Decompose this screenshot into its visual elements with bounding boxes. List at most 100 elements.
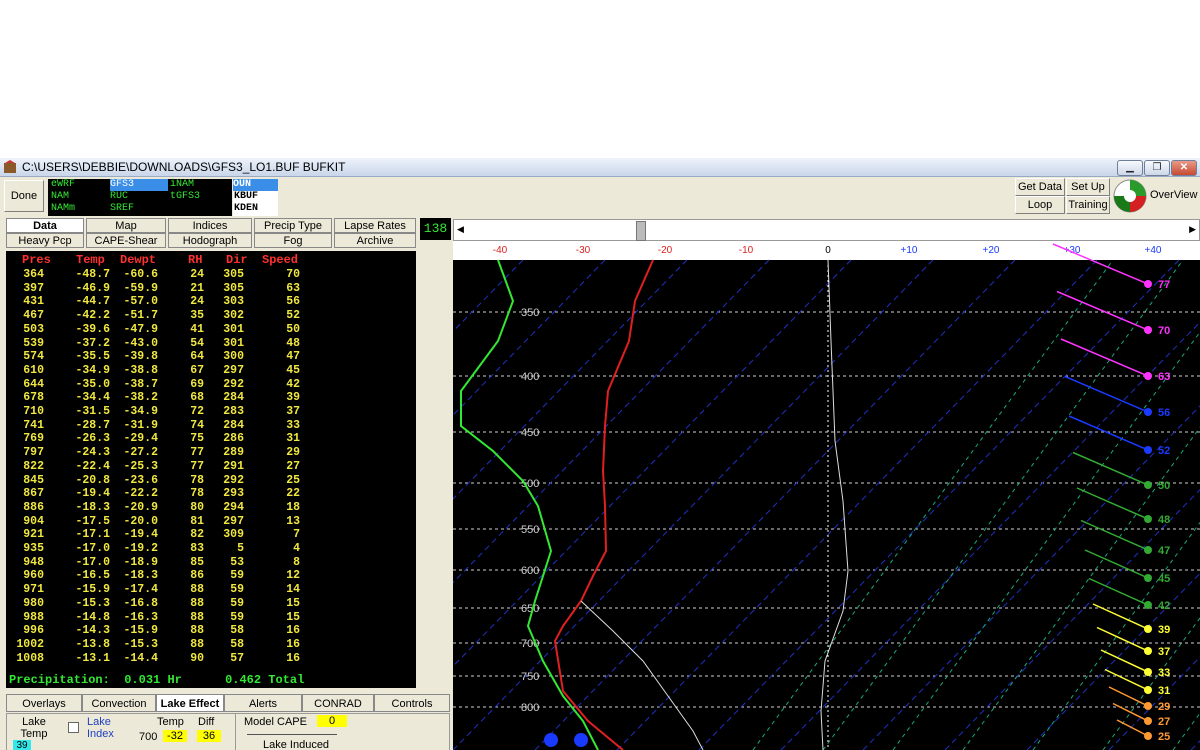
tab-hodograph[interactable]: Hodograph xyxy=(168,233,252,248)
wind-speed-label: 29 xyxy=(1158,701,1170,713)
cell-temp: -16.5 xyxy=(75,569,110,583)
wind-dot xyxy=(1144,408,1152,416)
cell-speed: 29 xyxy=(286,446,300,460)
cell-pres: 988 xyxy=(23,610,44,624)
bufkit-logo-icon[interactable] xyxy=(1112,178,1148,214)
tab-archive[interactable]: Archive xyxy=(334,233,416,248)
app-icon xyxy=(4,160,16,173)
overview-button[interactable]: OverView xyxy=(1150,189,1197,201)
cell-temp: -17.1 xyxy=(75,528,110,542)
cell-dir: 5 xyxy=(237,542,244,555)
station-oun[interactable]: OUN xyxy=(233,179,278,191)
level-value: 700 xyxy=(139,731,158,743)
cell-dewpt: -18.9 xyxy=(123,555,158,569)
cell-rh: 88 xyxy=(190,596,204,610)
tab-precip-type[interactable]: Precip Type xyxy=(254,218,332,233)
table-row: 980 -15.3 -16.8 88 59 15 xyxy=(6,597,416,611)
scroll-left-icon[interactable]: ◀ xyxy=(457,224,464,235)
model-ewrf[interactable]: eWRF xyxy=(51,179,75,191)
model-nam[interactable]: NAM xyxy=(51,191,69,203)
wind-dot xyxy=(1144,546,1152,554)
cell-speed: 14 xyxy=(286,583,300,597)
cell-pres: 1008 xyxy=(16,651,44,665)
cell-dewpt: -17.4 xyxy=(123,583,158,597)
tab-cape-shear[interactable]: CAPE-Shear xyxy=(86,233,166,248)
precip-total: 0.462 Total xyxy=(225,673,305,687)
scroll-thumb[interactable] xyxy=(636,221,646,241)
wind-speed-label: 52 xyxy=(1158,445,1170,457)
loop-button[interactable]: Loop xyxy=(1015,196,1065,214)
cell-dewpt: -43.0 xyxy=(123,336,158,350)
model-inam[interactable]: iNAM xyxy=(170,179,194,191)
cell-dir: 300 xyxy=(223,350,244,364)
tab-map[interactable]: Map xyxy=(86,218,166,233)
tab-heavy-pcp[interactable]: Heavy Pcp xyxy=(6,233,84,248)
cell-pres: 971 xyxy=(23,583,44,597)
tab-alerts[interactable]: Alerts xyxy=(224,694,302,712)
station-selector[interactable]: OUN KBUF KDEN xyxy=(233,179,278,216)
lake-temp-value[interactable]: 39 xyxy=(13,740,31,750)
station-kden[interactable]: KDEN xyxy=(234,203,258,215)
tab-lake-effect[interactable]: Lake Effect xyxy=(156,694,224,712)
cell-temp: -17.5 xyxy=(75,514,110,528)
cell-pres: 948 xyxy=(23,555,44,569)
tab-convection[interactable]: Convection xyxy=(82,694,156,712)
pressure-label: 600 xyxy=(521,565,539,577)
cell-temp: -37.2 xyxy=(75,336,110,350)
training-button[interactable]: Training xyxy=(1066,196,1110,214)
tab-data[interactable]: Data xyxy=(6,218,84,233)
tab-conrad[interactable]: CONRAD xyxy=(302,694,374,712)
wind-dot xyxy=(1144,481,1152,489)
time-scrollbar[interactable]: ◀ ▶ xyxy=(453,219,1200,241)
wind-speed-label: 25 xyxy=(1158,731,1170,743)
tab-lapse-rates[interactable]: Lapse Rates xyxy=(334,218,416,233)
model-sref[interactable]: SREF xyxy=(110,203,134,215)
cell-temp: -19.4 xyxy=(75,487,110,501)
cell-pres: 364 xyxy=(23,268,44,281)
table-row: 886 -18.3 -20.9 80 294 18 xyxy=(6,501,416,515)
model-selector[interactable]: eWRF NAM NAMm GFS3 RUC SREF iNAM tGFS3 xyxy=(48,179,232,216)
wind-dot xyxy=(1144,625,1152,633)
cell-temp: -20.8 xyxy=(75,473,110,487)
tab-fog[interactable]: Fog xyxy=(254,233,332,248)
minimize-button[interactable]: ▁ xyxy=(1117,160,1143,176)
cell-pres: 867 xyxy=(23,487,44,501)
table-row: 1002 -13.8 -15.3 88 58 16 xyxy=(6,638,416,652)
wind-dot xyxy=(1144,446,1152,454)
station-kbuf[interactable]: KBUF xyxy=(234,191,258,203)
cell-pres: 904 xyxy=(23,514,44,528)
cell-dir: 284 xyxy=(223,418,244,432)
wind-speed-label: 37 xyxy=(1158,646,1170,658)
model-ruc[interactable]: RUC xyxy=(110,191,128,203)
tab-overlays[interactable]: Overlays xyxy=(6,694,82,712)
cell-dir: 302 xyxy=(223,309,244,323)
cell-temp: -17.0 xyxy=(75,542,110,555)
get-data-button[interactable]: Get Data xyxy=(1015,178,1065,196)
wind-speed-label: 63 xyxy=(1158,371,1170,383)
done-button[interactable]: Done xyxy=(4,180,44,212)
maximize-button[interactable]: ❐ xyxy=(1144,160,1170,176)
model-tgfs3[interactable]: tGFS3 xyxy=(170,191,200,203)
scroll-right-icon[interactable]: ▶ xyxy=(1189,224,1196,235)
cell-dir: 59 xyxy=(230,583,244,597)
pressure-label: 650 xyxy=(521,603,539,615)
cell-rh: 85 xyxy=(190,555,204,569)
close-button[interactable]: ✕ xyxy=(1171,160,1197,176)
temp-axis-label: +40 xyxy=(1145,245,1162,256)
model-gfs3[interactable]: GFS3 xyxy=(110,179,168,191)
table-row: 921 -17.1 -19.4 82 309 7 xyxy=(6,528,416,542)
lake-temp-label: Lake Temp xyxy=(20,716,48,740)
cell-temp: -35.5 xyxy=(75,350,110,364)
tab-indices[interactable]: Indices xyxy=(168,218,252,233)
set-up-button[interactable]: Set Up xyxy=(1066,178,1110,196)
model-namm[interactable]: NAMm xyxy=(51,203,75,215)
skewt-svg[interactable]: -40 -30 -20 -10 0 +10 +20 +30 +40 35040045050055… xyxy=(0,241,1200,750)
skewt-plot[interactable]: -40 -30 -20 -10 0 +10 +20 +30 +40 350 400 450 500 55… xyxy=(0,241,1200,750)
tab-controls[interactable]: Controls xyxy=(374,694,450,712)
cell-dir: 292 xyxy=(223,377,244,391)
lake-index-checkbox[interactable] xyxy=(68,722,79,733)
cell-temp: -13.8 xyxy=(75,637,110,651)
wind-dot xyxy=(1144,686,1152,694)
table-row: 539 -37.2 -43.0 54 301 48 xyxy=(6,337,416,351)
cell-speed: 16 xyxy=(286,624,300,638)
